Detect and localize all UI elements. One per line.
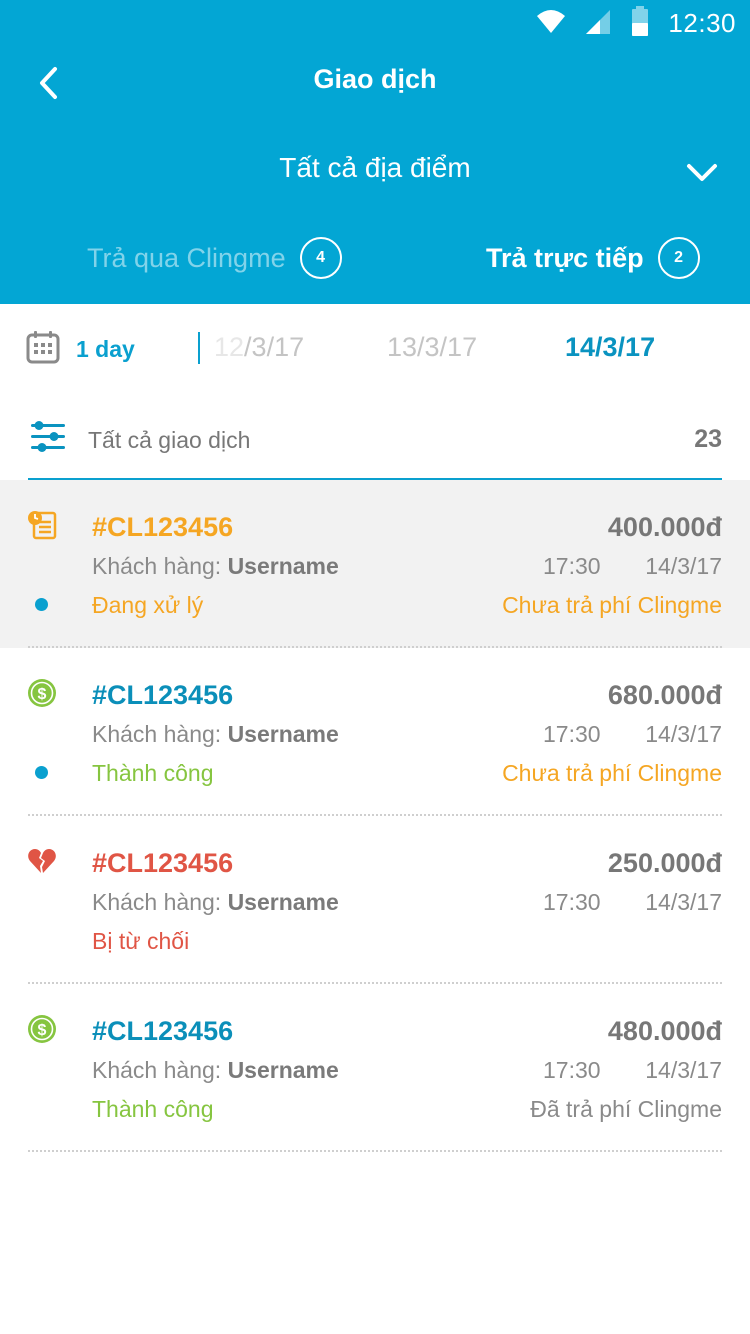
transaction-status: Thành công [92,760,214,786]
filter-count: 23 [694,425,722,453]
transaction-date: 14/3/17 [645,721,722,747]
pending-document-icon [27,510,57,540]
transaction-filter[interactable]: Tất cả giao dịch 23 [28,414,722,480]
transaction-status: Bị từ chối [92,928,190,954]
date-filter: 1 day 12/3/17 13/3/17 14/3/17 [0,326,750,372]
dollar-coin-icon: $ [27,678,57,708]
signal-icon [584,8,612,39]
transaction-amount: 680.000đ [607,680,722,710]
transaction-status: Thành công [92,1096,214,1122]
transaction-row[interactable]: $ #CL123456 480.000đ Khách hàng: Usernam… [0,984,750,1152]
customer-name: Username [227,889,339,915]
battery-icon [630,5,650,41]
tab-label: Trả qua Clingme [87,242,286,273]
divider [28,1150,722,1152]
transaction-time: 17:30 [543,1057,601,1083]
transaction-amount: 480.000đ [607,1016,722,1046]
dollar-coin-icon: $ [27,1014,57,1044]
customer-name: Username [227,553,339,579]
transaction-id: #CL123456 [92,680,234,710]
transaction-date: 14/3/17 [645,889,722,915]
transaction-id: #CL123456 [92,512,234,542]
date-option-faded-part: 12 [214,332,245,362]
transaction-row[interactable]: #CL123456 250.000đ Khách hàng: Username … [0,816,750,984]
filter-label: Tất cả giao dịch [88,427,251,453]
customer-name: Username [227,721,339,747]
date-option[interactable]: 12/3/17 [214,332,304,363]
tab-count-badge: 4 [299,237,342,279]
svg-text:$: $ [38,686,47,703]
transaction-id: #CL123456 [92,1016,234,1046]
tab-label: Trả trực tiếp [486,242,644,273]
status-time: 12:30 [668,7,736,38]
fee-status: Đã trả phí Clingme [530,1096,722,1122]
transaction-amount: 250.000đ [607,848,722,878]
date-option[interactable]: 13/3/17 [387,332,477,363]
date-option-rest: /3/17 [244,332,305,362]
transaction-id: #CL123456 [92,848,234,878]
transaction-date: 14/3/17 [645,553,722,579]
tab-count-badge: 2 [657,237,700,279]
customer: Khách hàng: Username [92,553,339,580]
sliders-icon [30,420,66,454]
fee-status: Chưa trả phí Clingme [502,592,722,618]
broken-heart-icon [27,846,57,876]
app-header: 12:30 Giao dịch Tất cả địa điểm Trả qua … [0,0,750,304]
transaction-amount: 400.000đ [607,512,722,542]
fee-status: Chưa trả phí Clingme [502,760,722,786]
customer-label: Khách hàng: [92,721,228,747]
svg-text:$: $ [38,1022,47,1039]
unread-dot [35,598,48,611]
page-title: Giao dịch [313,64,437,94]
wifi-icon [536,8,566,39]
transaction-time: 17:30 [543,721,601,747]
transaction-row[interactable]: $ #CL123456 680.000đ Khách hàng: Usernam… [0,648,750,816]
status-bar: 12:30 [536,5,736,41]
chevron-down-icon[interactable] [686,162,718,184]
transaction-date: 14/3/17 [645,1057,722,1083]
transaction-status: Đang xử lý [92,592,204,618]
customer: Khách hàng: Username [92,1057,339,1084]
transaction-time: 17:30 [543,553,601,579]
period-selector[interactable]: 1 day [76,336,135,363]
unread-dot [35,766,48,779]
divider [198,332,200,364]
customer-name: Username [227,1057,339,1083]
date-option-selected[interactable]: 14/3/17 [565,332,655,363]
transaction-row[interactable]: #CL123456 400.000đ Khách hàng: Username … [0,480,750,648]
customer-label: Khách hàng: [92,553,228,579]
customer: Khách hàng: Username [92,721,339,748]
transaction-time: 17:30 [543,889,601,915]
tab-pay-via-clingme[interactable]: Trả qua Clingme 4 [87,236,342,280]
calendar-icon[interactable] [26,330,60,364]
customer: Khách hàng: Username [92,889,339,916]
location-selector[interactable]: Tất cả địa điểm [0,152,750,192]
customer-label: Khách hàng: [92,889,228,915]
customer-label: Khách hàng: [92,1057,228,1083]
tab-pay-direct[interactable]: Trả trực tiếp 2 [486,236,700,280]
